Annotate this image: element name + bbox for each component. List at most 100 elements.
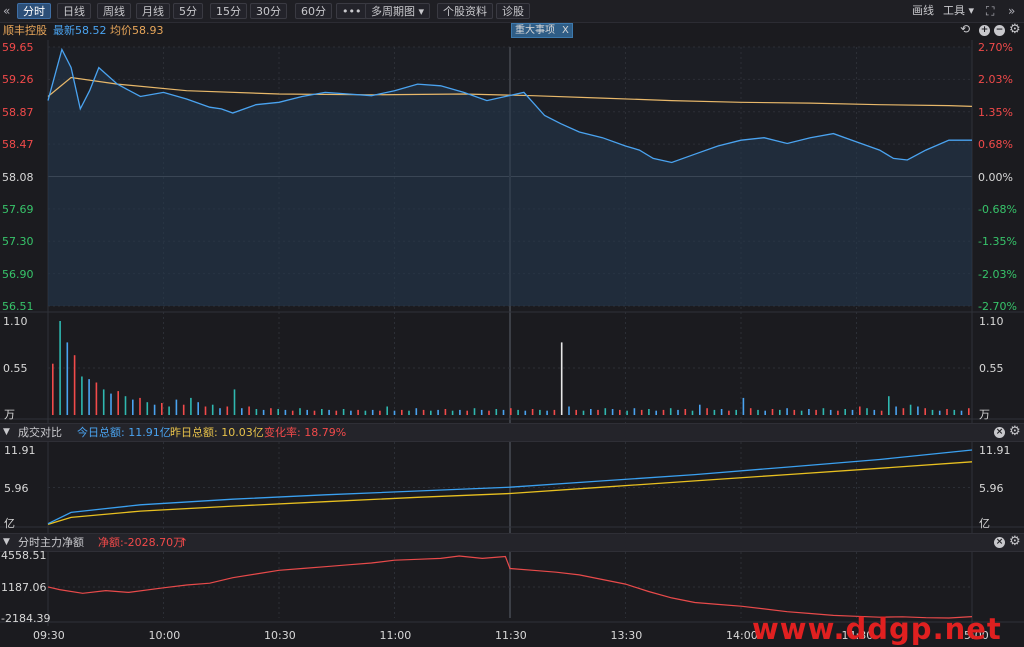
time-tick: 10:30 (264, 629, 296, 642)
turnover-panel-header: ▼ 成交对比 今日总额: 11.91亿 昨日总额: 10.03亿 变化率: 18… (0, 423, 1024, 442)
turnover-tick-left: 11.91 (4, 444, 36, 457)
turnover-change-rate: 变化率: 18.79% (264, 426, 347, 439)
percent-tick-right: 0.68% (978, 138, 1013, 152)
volume-bar (328, 409, 330, 415)
volume-bar (546, 410, 548, 415)
percent-tick-right: 2.70% (978, 41, 1013, 54)
volume-bar (691, 410, 694, 415)
flow-arrow-icon: ↑ (179, 536, 189, 549)
volume-bar (124, 396, 127, 415)
today-turnover: 今日总额: 11.91亿 (77, 426, 171, 439)
volume-bar (938, 410, 941, 415)
volume-bar (204, 406, 207, 415)
percent-tick-right: 0.00% (978, 170, 1013, 184)
price-tick-left: 57.30 (2, 235, 34, 249)
volume-bar (560, 342, 563, 415)
volume-bar (437, 409, 439, 415)
volume-tick-right: 0.55 (979, 362, 1004, 375)
volume-bar (371, 409, 374, 415)
volume-bar (626, 410, 628, 415)
percent-tick-right: 2.03% (978, 73, 1013, 87)
price-tick-left: 59.26 (2, 73, 34, 87)
volume-bar (386, 406, 388, 415)
turnover-tick-right: 11.91 (979, 444, 1011, 457)
volume-bar (669, 408, 672, 415)
volume-bar (662, 409, 665, 415)
volume-bar (451, 410, 454, 415)
volume-bar (699, 404, 701, 415)
volume-bar (444, 409, 447, 415)
volume-bar (415, 408, 418, 415)
volume-bar (575, 409, 577, 415)
volume-bar (255, 409, 258, 415)
volume-bar (88, 379, 90, 415)
volume-bar (837, 410, 839, 415)
volume-bar (502, 409, 505, 415)
volume-bar (350, 410, 352, 415)
volume-bar (422, 409, 425, 415)
price-tick-left: 58.08 (2, 170, 34, 184)
volume-bar (568, 406, 570, 415)
volume-bar (161, 403, 163, 415)
volume-bar (742, 397, 745, 415)
volume-bar (401, 409, 403, 415)
volume-bar (684, 409, 687, 415)
time-tick: 09:30 (33, 629, 65, 642)
volume-bar (800, 410, 803, 415)
collapse-icon[interactable]: ▼ (3, 425, 10, 440)
close-panel-icon[interactable]: × (994, 537, 1005, 548)
volume-bar (909, 404, 912, 415)
volume-bar (357, 409, 359, 415)
close-panel-icon[interactable]: × (994, 427, 1005, 438)
turnover-tick-left: 亿 (4, 517, 15, 530)
volume-bar (299, 408, 301, 415)
volume-bar (364, 410, 367, 415)
volume-tick-left: 万 (4, 408, 15, 421)
flow-net-amount: 净额:-2028.70万 (98, 536, 185, 549)
volume-bar (95, 382, 98, 415)
volume-bar (139, 397, 141, 415)
volume-bar (968, 408, 970, 415)
volume-bar (815, 409, 817, 415)
volume-bar (153, 404, 156, 415)
volume-bar (59, 321, 61, 415)
yesterday-turnover: 昨日总额: 10.03亿 (170, 426, 264, 439)
volume-bar (779, 409, 781, 415)
volume-bar (713, 409, 716, 415)
volume-bar (291, 410, 294, 415)
flow-panel-header: ▼ 分时主力净额 净额:-2028.70万 ↑ × ⚙ (0, 533, 1024, 552)
volume-bar (73, 355, 76, 415)
volume-bar (321, 409, 323, 415)
volume-bar (132, 399, 134, 415)
volume-bar (175, 399, 178, 415)
turnover-tick-right: 亿 (979, 517, 990, 530)
price-tick-left: 58.87 (2, 105, 34, 119)
volume-bar (270, 408, 272, 415)
price-tick-left: 56.51 (2, 300, 34, 313)
volume-bar (728, 410, 730, 415)
volume-bar (277, 409, 279, 415)
volume-bar (66, 342, 69, 415)
volume-bar (633, 408, 636, 415)
volume-bar (793, 409, 796, 415)
volume-bar (495, 409, 498, 415)
panel-settings-icon[interactable]: ⚙ (1009, 424, 1021, 439)
percent-tick-right: -0.68% (978, 202, 1017, 216)
volume-bar (459, 409, 461, 415)
volume-bar (197, 402, 199, 415)
volume-bar (517, 409, 519, 415)
volume-bar (342, 409, 345, 415)
volume-bar (895, 406, 897, 415)
turnover-tick-right: 5.96 (979, 481, 1004, 495)
volume-bar (822, 408, 825, 415)
turnover-tick-left: 5.96 (4, 481, 29, 495)
price-tick-left: 57.69 (2, 202, 34, 216)
volume-bar (226, 406, 229, 415)
percent-tick-right: -2.70% (978, 300, 1017, 313)
volume-bar (262, 409, 265, 415)
volume-tick-left: 0.55 (3, 362, 28, 375)
volume-bar (749, 408, 752, 415)
volume-bar (306, 409, 308, 415)
volume-tick-right: 万 (979, 408, 990, 421)
panel-settings-icon[interactable]: ⚙ (1009, 534, 1021, 549)
